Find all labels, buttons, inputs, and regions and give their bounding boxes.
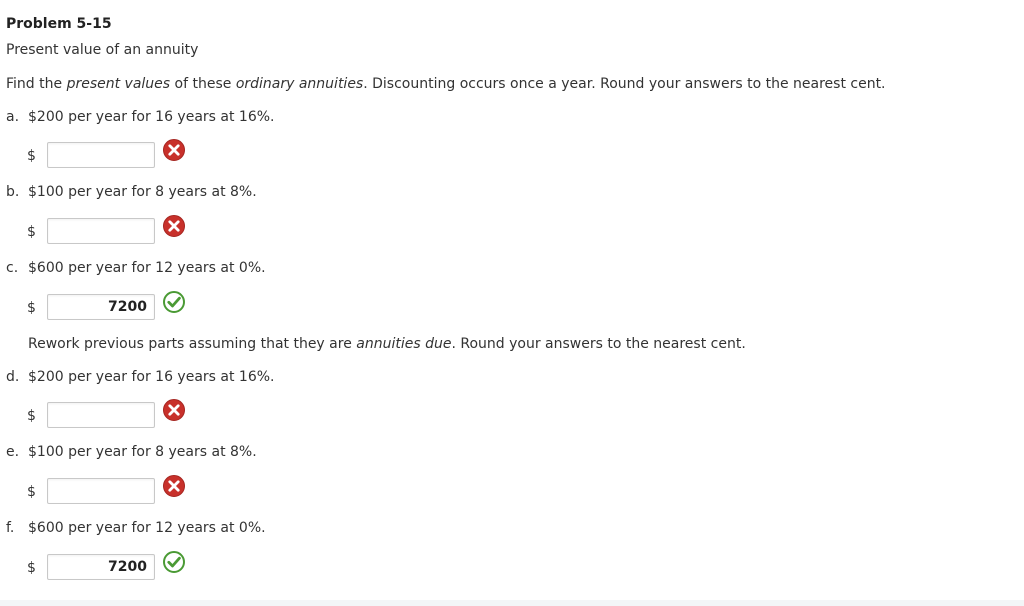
instructions-text: . Round your answers to the nearest cent… bbox=[451, 336, 746, 352]
instructions-text: Rework previous parts assuming that they… bbox=[28, 336, 357, 352]
part-letter: f. bbox=[6, 520, 15, 536]
x-circle-icon bbox=[163, 475, 185, 497]
part-text: $600 per year for 12 years at 0%. bbox=[28, 260, 266, 276]
page-subtitle: Present value of an annuity bbox=[6, 42, 199, 58]
part-text: $200 per year for 16 years at 16%. bbox=[28, 109, 275, 125]
part-letter: d. bbox=[6, 369, 20, 385]
part-letter: e. bbox=[6, 444, 20, 460]
instructions-emphasis: present values bbox=[66, 76, 171, 92]
part-f-answer-input[interactable] bbox=[47, 554, 155, 580]
part-letter: b. bbox=[6, 184, 20, 200]
x-circle-icon bbox=[163, 215, 185, 237]
part-text: $100 per year for 8 years at 8%. bbox=[28, 184, 257, 200]
instructions-text: Find the bbox=[6, 76, 67, 92]
part-text: $100 per year for 8 years at 8%. bbox=[28, 444, 257, 460]
instructions-text: . Discounting occurs once a year. Round … bbox=[363, 76, 886, 92]
check-circle-icon bbox=[163, 291, 185, 313]
part-letter: a. bbox=[6, 109, 20, 125]
part-e-question: e. $100 per year for 8 years at 8%. bbox=[6, 444, 257, 460]
currency-label: $ bbox=[27, 224, 36, 240]
part-b-answer-input[interactable] bbox=[47, 218, 155, 244]
part-b-question: b. $100 per year for 8 years at 8%. bbox=[6, 184, 257, 200]
currency-label: $ bbox=[27, 484, 36, 500]
currency-label: $ bbox=[27, 408, 36, 424]
instructions-emphasis: annuities due bbox=[356, 336, 452, 352]
page-bottom-divider bbox=[0, 600, 1024, 606]
instructions-text: of these bbox=[170, 76, 236, 92]
part-a-answer-input[interactable] bbox=[47, 142, 155, 168]
instructions-ordinary: Find the present values of these ordinar… bbox=[6, 76, 886, 92]
part-c-question: c. $600 per year for 12 years at 0%. bbox=[6, 260, 266, 276]
part-d-answer-input[interactable] bbox=[47, 402, 155, 428]
part-letter: c. bbox=[6, 260, 19, 276]
instructions-emphasis: ordinary annuities bbox=[235, 76, 364, 92]
part-text: $600 per year for 12 years at 0%. bbox=[28, 520, 266, 536]
page-title: Problem 5-15 bbox=[6, 16, 112, 32]
part-d-question: d. $200 per year for 16 years at 16%. bbox=[6, 369, 275, 385]
part-f-question: f. $600 per year for 12 years at 0%. bbox=[6, 520, 266, 536]
x-circle-icon bbox=[163, 139, 185, 161]
part-text: $200 per year for 16 years at 16%. bbox=[28, 369, 275, 385]
check-circle-icon bbox=[163, 551, 185, 573]
x-circle-icon bbox=[163, 399, 185, 421]
part-c-answer-input[interactable] bbox=[47, 294, 155, 320]
part-e-answer-input[interactable] bbox=[47, 478, 155, 504]
currency-label: $ bbox=[27, 148, 36, 164]
instructions-annuities-due: Rework previous parts assuming that they… bbox=[28, 336, 746, 352]
currency-label: $ bbox=[27, 300, 36, 316]
currency-label: $ bbox=[27, 560, 36, 576]
part-a-question: a. $200 per year for 16 years at 16%. bbox=[6, 109, 275, 125]
